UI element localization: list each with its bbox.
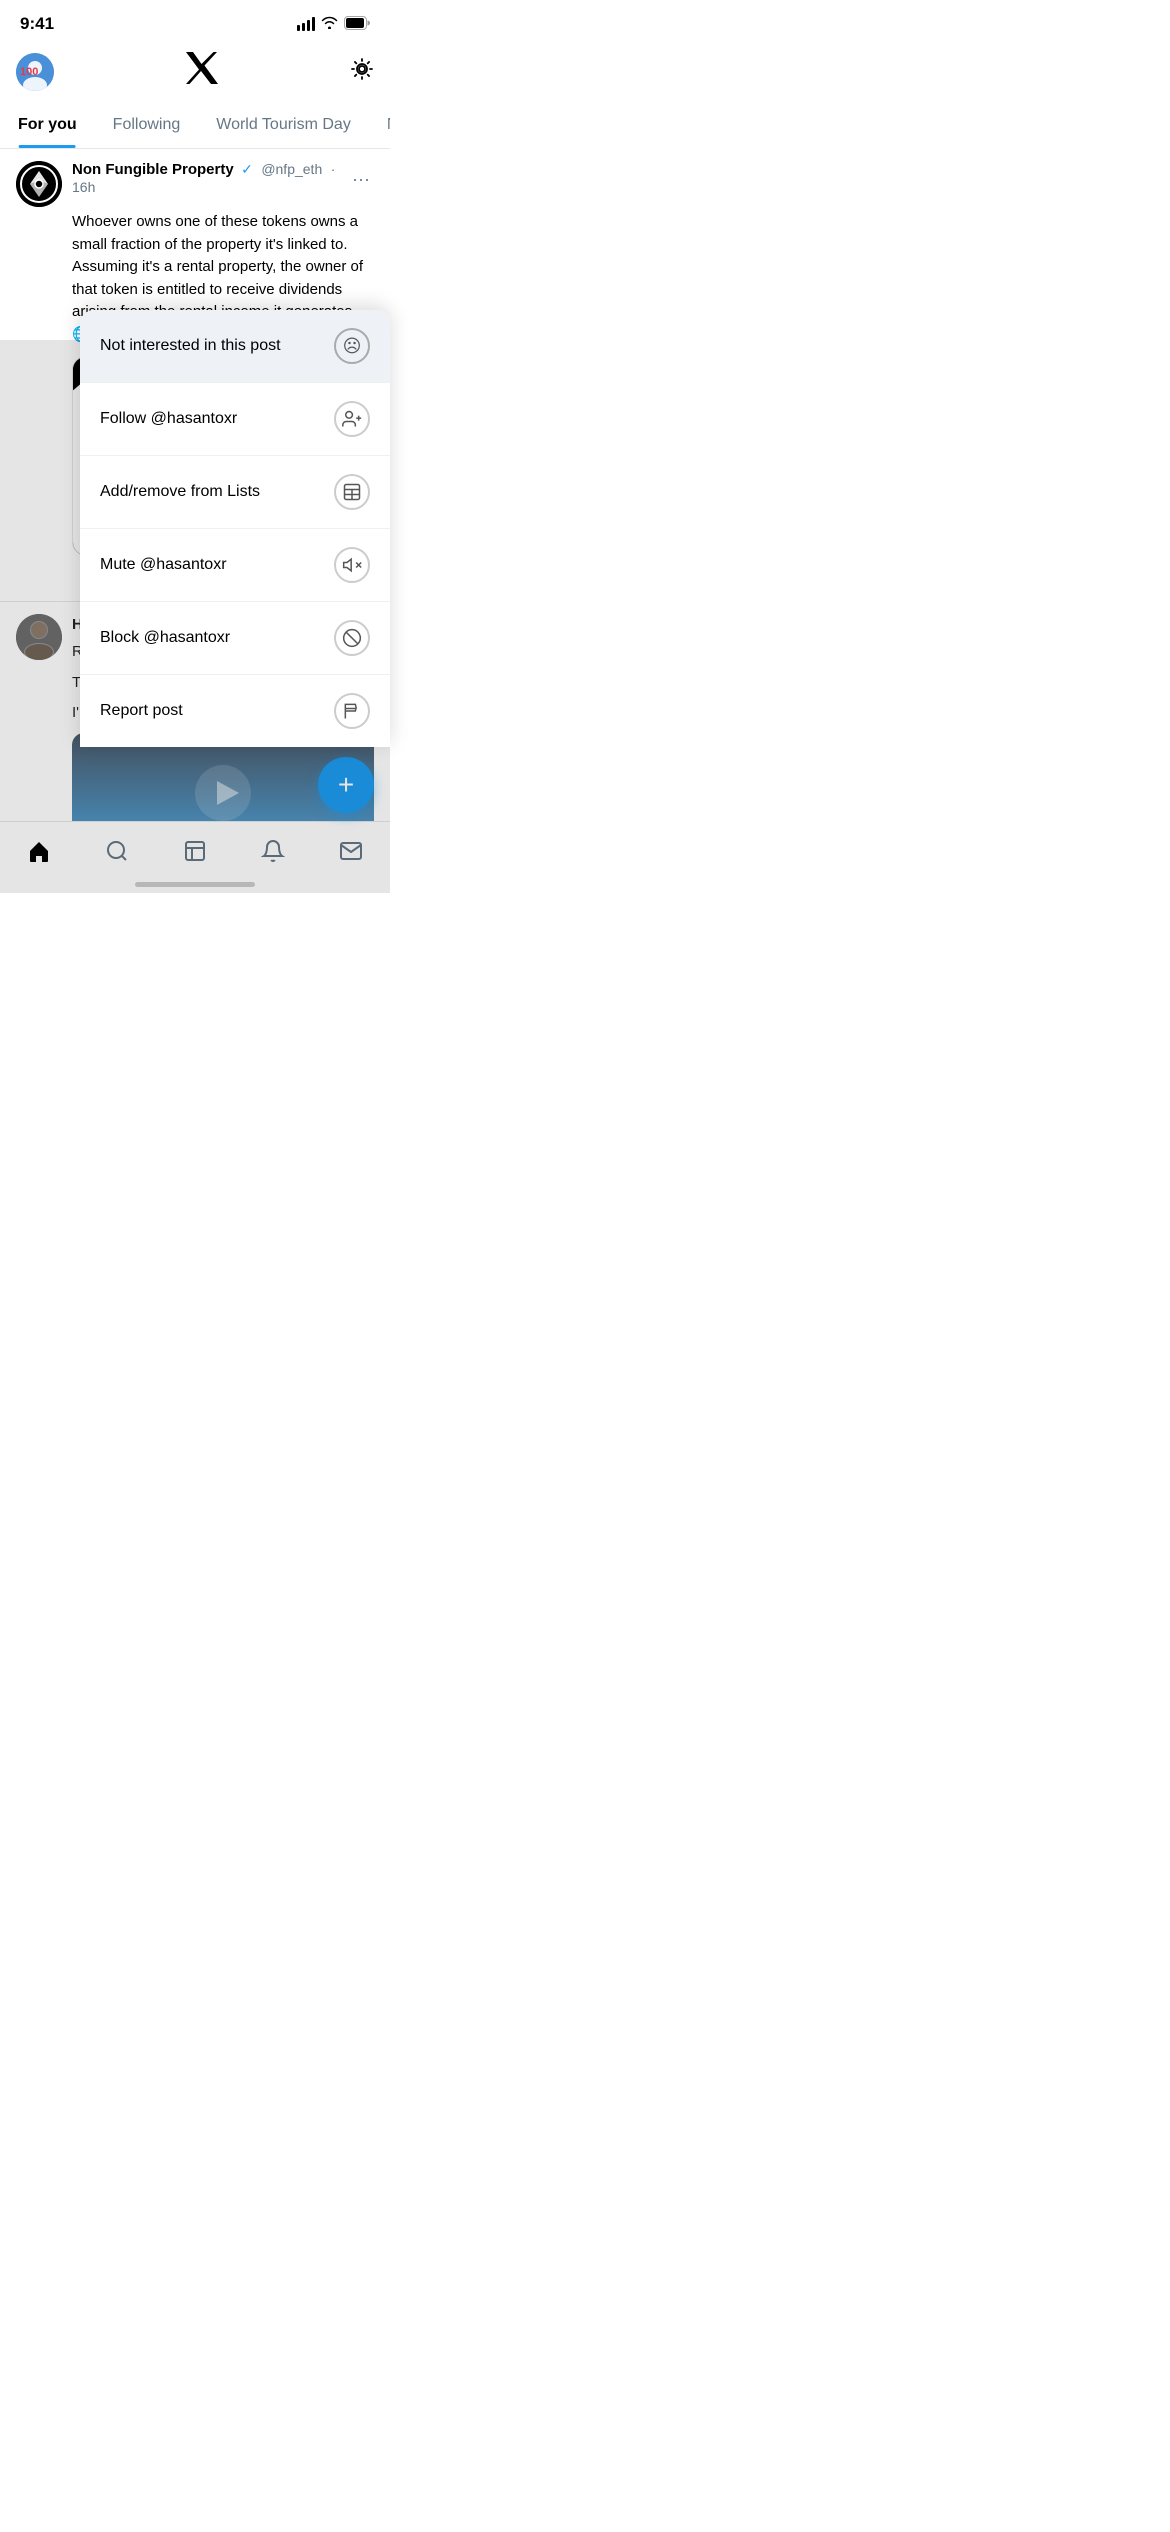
- report-label: Report post: [100, 702, 334, 720]
- feed-tabs: For you Following World Tourism Day New …: [0, 102, 390, 149]
- verified-icon-1: ✓: [241, 161, 253, 177]
- block-icon: [334, 620, 370, 656]
- signal-icon: [297, 17, 315, 31]
- mute-icon: [334, 547, 370, 583]
- add-list-label: Add/remove from Lists: [100, 483, 334, 501]
- tweet-time-sep-1: ·: [331, 161, 336, 177]
- follow-icon: [334, 401, 370, 437]
- menu-item-not-interested[interactable]: Not interested in this post ☹: [80, 310, 390, 383]
- tweet-avatar-1[interactable]: [16, 161, 62, 207]
- tweet-author-name-1: Non Fungible Property: [72, 161, 234, 178]
- report-icon: [334, 693, 370, 729]
- tweet-more-btn-1[interactable]: ···: [348, 169, 374, 190]
- menu-item-add-list[interactable]: Add/remove from Lists: [80, 456, 390, 529]
- not-interested-label: Not interested in this post: [100, 337, 334, 355]
- tab-new[interactable]: New A: [369, 102, 390, 148]
- tweet-info-1: Non Fungible Property ✓ @nfp_eth · 16h ·…: [72, 161, 374, 197]
- tweet-author-1: Non Fungible Property ✓ @nfp_eth · 16h: [72, 161, 348, 197]
- app-header: 100: [0, 42, 390, 102]
- status-bar: 9:41: [0, 0, 390, 42]
- x-logo: [184, 50, 220, 94]
- tweet-name-row-1: Non Fungible Property ✓ @nfp_eth · 16h ·…: [72, 161, 374, 197]
- tweet-handle-1: @nfp_eth: [261, 161, 322, 177]
- svg-text:100: 100: [20, 66, 38, 78]
- status-time: 9:41: [20, 14, 54, 34]
- follow-label: Follow @hasantoxr: [100, 410, 334, 428]
- tab-following[interactable]: Following: [95, 102, 199, 148]
- tab-for-you[interactable]: For you: [0, 102, 95, 148]
- settings-icon[interactable]: [350, 57, 374, 87]
- block-label: Block @hasantoxr: [100, 629, 334, 647]
- add-list-icon: [334, 474, 370, 510]
- menu-item-block[interactable]: Block @hasantoxr: [80, 602, 390, 675]
- not-interested-icon: ☹: [334, 328, 370, 364]
- feed-scroll[interactable]: Non Fungible Property ✓ @nfp_eth · 16h ·…: [0, 149, 390, 893]
- menu-item-follow[interactable]: Follow @hasantoxr: [80, 383, 390, 456]
- user-avatar[interactable]: 100: [16, 53, 54, 91]
- wifi-icon: [321, 16, 338, 32]
- menu-item-mute[interactable]: Mute @hasantoxr: [80, 529, 390, 602]
- mute-label: Mute @hasantoxr: [100, 556, 334, 574]
- status-icons: [297, 16, 370, 33]
- battery-icon: [344, 16, 370, 33]
- tweet-time-1: 16h: [72, 179, 95, 195]
- tweet-header-1: Non Fungible Property ✓ @nfp_eth · 16h ·…: [16, 161, 374, 207]
- tab-world-tourism[interactable]: World Tourism Day: [198, 102, 369, 148]
- menu-item-report[interactable]: Report post: [80, 675, 390, 747]
- tweet-context-menu: Not interested in this post ☹ Follow @ha…: [80, 310, 390, 747]
